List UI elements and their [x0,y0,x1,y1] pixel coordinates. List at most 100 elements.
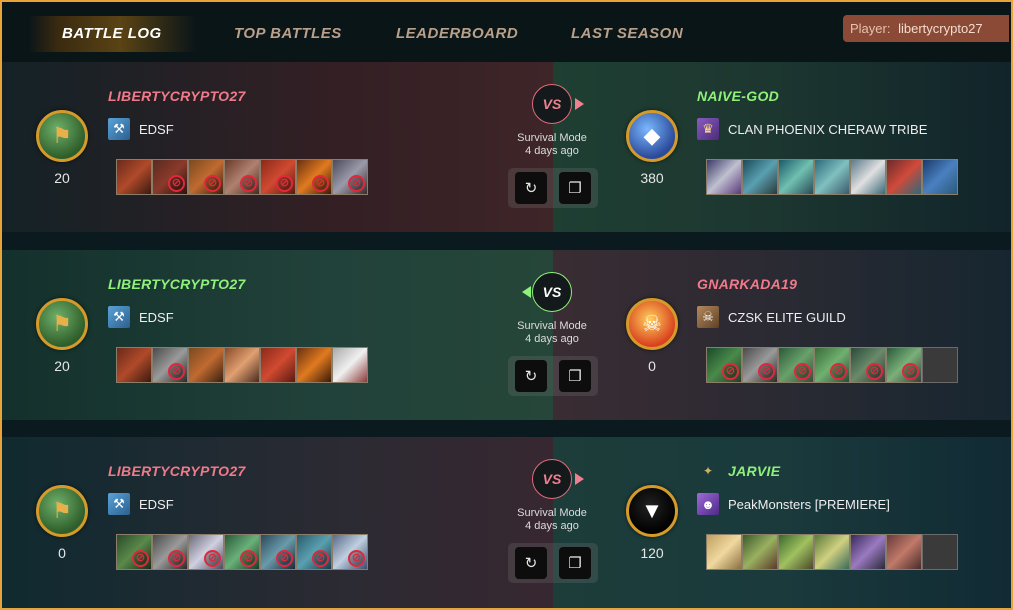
tab-last-season[interactable]: LAST SEASON [571,16,683,52]
winner-arrow-icon [522,286,531,298]
monster-card[interactable] [742,159,778,195]
winner-arrow-icon [575,473,584,485]
monster-card[interactable]: ⊘ [224,534,260,570]
dead-marker-icon: ⊘ [866,363,883,380]
monster-card[interactable] [260,347,296,383]
dead-marker-icon: ⊘ [204,550,221,567]
monster-card[interactable] [224,347,260,383]
guild-name: PeakMonsters [PREMIERE] [728,496,890,512]
guild-info: ☻ PeakMonsters [PREMIERE] [697,493,890,515]
monster-card[interactable] [116,347,152,383]
player-rating: 0 [648,358,656,374]
monster-card[interactable]: ⊘ [260,534,296,570]
top-nav: BATTLE LOG TOP BATTLES LEADERBOARD LAST … [0,0,1013,62]
battle-row: ⚑ 20 LIBERTYCRYPTO27 ⚒ EDSF ⊘ ⊘ ⊘ ⊘ ⊘ ⊘ … [0,62,1013,232]
battle-time: 4 days ago [525,520,579,532]
copy-icon: ❐ [568,368,582,385]
team-cards [706,534,958,570]
monster-card[interactable]: ⊘ [152,347,188,383]
opponent-name[interactable]: JARVIE [728,463,780,479]
monster-card[interactable]: ⊘ [260,159,296,195]
monster-card[interactable]: ⊘ [116,534,152,570]
monster-card[interactable] [706,159,742,195]
dead-marker-icon: ⊘ [312,175,329,192]
copy-button[interactable]: ❐ [559,360,591,392]
player-rating: 120 [640,545,664,561]
battle-time: 4 days ago [525,333,579,345]
replay-button[interactable]: ↻ [515,172,547,204]
monster-card[interactable] [886,159,922,195]
dead-marker-icon: ⊘ [276,175,293,192]
player-name[interactable]: LIBERTYCRYPTO27 [108,463,246,479]
player-name[interactable]: LIBERTYCRYPTO27 [108,276,246,292]
monster-card[interactable]: ⊘ [850,347,886,383]
player-name[interactable]: LIBERTYCRYPTO27 [108,88,246,104]
monster-card[interactable] [922,159,958,195]
monster-card[interactable] [814,159,850,195]
battle-mode: Survival Mode [517,132,587,144]
replay-button[interactable]: ↻ [515,360,547,392]
monster-card[interactable]: ⊘ [742,347,778,383]
monster-card[interactable]: ⊘ [224,159,260,195]
monster-card[interactable]: ⊘ [778,347,814,383]
monster-card[interactable]: ⊘ [296,159,332,195]
monster-card[interactable]: ⊘ [152,534,188,570]
monster-card[interactable] [886,534,922,570]
team-cards: ⊘ ⊘ ⊘ ⊘ ⊘ ⊘ [706,347,958,383]
empty-card-slot [922,347,958,383]
tab-top-battles[interactable]: TOP BATTLES [234,16,342,52]
replay-icon: ↻ [524,180,538,197]
guild-info: ⚒ EDSF [108,306,174,328]
copy-button[interactable]: ❐ [559,547,591,579]
team-cards: ⊘ ⊘ ⊘ ⊘ ⊘ ⊘ ⊘ [116,534,368,570]
vs-badge: VS [532,272,572,312]
league-badge-icon: ⚑ [36,298,88,350]
monster-card[interactable]: ⊘ [188,159,224,195]
monster-card[interactable] [332,347,368,383]
monster-card[interactable] [850,534,886,570]
dead-marker-icon: ⊘ [348,550,365,567]
vs-badge: VS [532,84,572,124]
monster-card[interactable] [742,534,778,570]
monster-card[interactable] [778,159,814,195]
copy-button[interactable]: ❐ [559,172,591,204]
battle-row: ⚑ 20 LIBERTYCRYPTO27 ⚒ EDSF ⊘ VS Surviva… [0,250,1013,420]
monster-card[interactable] [814,534,850,570]
battle-actions: ↻ ❐ [508,168,598,208]
monster-card[interactable]: ⊘ [296,534,332,570]
dead-marker-icon: ⊘ [722,363,739,380]
monster-card[interactable]: ⊘ [152,159,188,195]
battle-mode: Survival Mode [517,320,587,332]
monster-card[interactable]: ⊘ [188,534,224,570]
monster-card[interactable]: ⊘ [886,347,922,383]
skull-icon: ☠ [697,306,719,328]
tab-battle-log[interactable]: BATTLE LOG [28,16,196,52]
monster-card[interactable]: ⊘ [332,534,368,570]
monster-card[interactable]: ⊘ [706,347,742,383]
league-badge-icon: ☠ [626,298,678,350]
player-filter-label: Player: [850,21,891,36]
dead-marker-icon: ⊘ [348,175,365,192]
monster-card[interactable] [188,347,224,383]
monster-card[interactable]: ⊘ [814,347,850,383]
player-rating: 0 [58,545,66,561]
player-filter[interactable]: Player: libertycrypto27 [843,15,1009,42]
dead-marker-icon: ⊘ [168,363,185,380]
dead-marker-icon: ⊘ [168,175,185,192]
monster-card[interactable]: ⊘ [332,159,368,195]
monster-card[interactable] [116,159,152,195]
opponent-name[interactable]: GNARKADA19 [697,276,797,292]
monster-card[interactable] [850,159,886,195]
player-rating: 20 [54,358,70,374]
monster-card[interactable] [706,534,742,570]
opponent-name[interactable]: NAIVE-GOD [697,88,779,104]
dead-marker-icon: ⊘ [240,175,257,192]
vs-badge: VS [532,459,572,499]
dead-marker-icon: ⊘ [240,550,257,567]
monster-card[interactable] [778,534,814,570]
monster-card[interactable] [296,347,332,383]
tab-leaderboard[interactable]: LEADERBOARD [396,16,518,52]
replay-icon: ↻ [524,555,538,572]
phoenix-icon: ♛ [697,118,719,140]
replay-button[interactable]: ↻ [515,547,547,579]
